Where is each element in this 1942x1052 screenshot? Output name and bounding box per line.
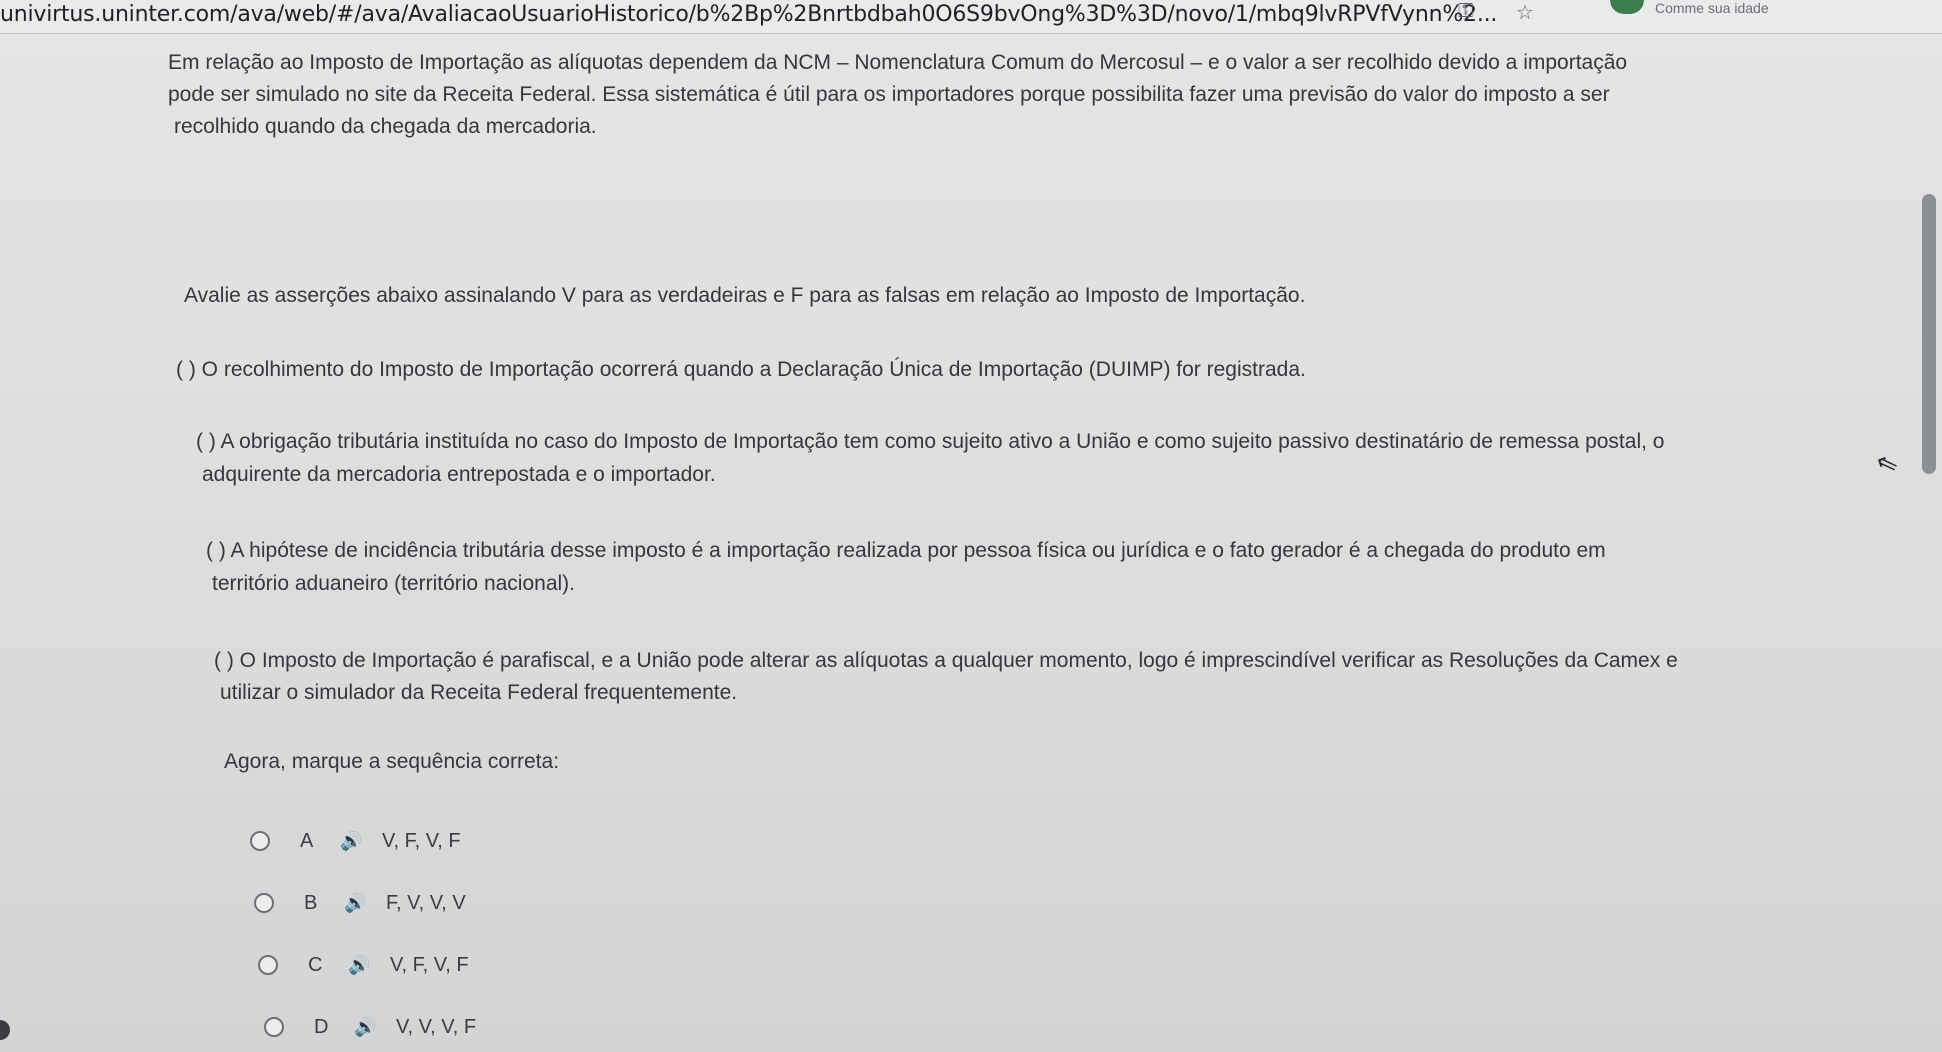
- instruction-text: Avalie as asserções abaixo assinalando V…: [184, 284, 1306, 307]
- speaker-icon[interactable]: 🔊: [344, 893, 386, 914]
- key-icon[interactable]: ⚿: [1458, 0, 1473, 23]
- speaker-icon[interactable]: 🔊: [354, 1017, 396, 1038]
- option-d[interactable]: D 🔊 V, V, V, F: [264, 1010, 476, 1044]
- speaker-icon[interactable]: 🔊: [348, 955, 390, 976]
- assertion-3-line-2: território aduaneiro (território naciona…: [212, 572, 575, 595]
- option-letter: D: [314, 1015, 329, 1038]
- extension-icon[interactable]: [1610, 0, 1644, 14]
- mouse-cursor-icon: ⇖: [1871, 445, 1903, 481]
- radio-c[interactable]: [258, 955, 278, 975]
- radio-a[interactable]: [250, 831, 270, 851]
- option-text: F, V, V, V: [386, 891, 466, 914]
- speaker-icon[interactable]: 🔊: [340, 831, 382, 852]
- assertion-2-line-1: ( ) A obrigação tributária instituída no…: [196, 430, 1665, 453]
- option-text: V, F, V, F: [390, 953, 469, 976]
- bookmark-star-icon[interactable]: ☆: [1516, 0, 1534, 25]
- assertion-1-line-1: ( ) O recolhimento do Imposto de Importa…: [176, 358, 1306, 381]
- assertion-4-line-2: utilizar o simulador da Receita Federal …: [220, 681, 738, 704]
- address-bar[interactable]: univirtus.uninter.com/ava/web/#/ava/Aval…: [0, 0, 1942, 34]
- assertion-4-line-1: ( ) O Imposto de Importação é parafiscal…: [214, 649, 1678, 672]
- option-letter: C: [308, 953, 323, 976]
- tab-title-fragment: Comme sua idade: [1655, 0, 1769, 16]
- option-letter: B: [304, 891, 318, 914]
- intro-line-2: pode ser simulado no site da Receita Fed…: [168, 83, 1610, 106]
- intro-line-1: Em relação ao Imposto de Importação as a…: [168, 51, 1628, 74]
- assertion-2-line-2: adquirente da mercadoria entrepostada e …: [202, 463, 716, 486]
- answer-prompt: Agora, marque a sequência correta:: [224, 750, 560, 773]
- radio-b[interactable]: [254, 893, 274, 913]
- scrollbar-thumb[interactable]: [1922, 194, 1936, 474]
- radio-d[interactable]: [264, 1017, 284, 1037]
- option-text: V, F, V, F: [382, 829, 461, 852]
- option-a[interactable]: A 🔊 V, F, V, F: [250, 824, 461, 858]
- option-letter: A: [300, 829, 314, 852]
- side-handle[interactable]: [0, 1020, 10, 1040]
- assertion-3-line-1: ( ) A hipótese de incidência tributária …: [206, 539, 1606, 562]
- option-b[interactable]: B 🔊 F, V, V, V: [254, 886, 466, 920]
- option-text: V, V, V, F: [396, 1015, 477, 1038]
- question-page: Em relação ao Imposto de Importação as a…: [0, 34, 1942, 1052]
- url-text[interactable]: univirtus.uninter.com/ava/web/#/ava/Aval…: [0, 2, 1497, 27]
- option-c[interactable]: C 🔊 V, F, V, F: [258, 948, 469, 982]
- intro-line-3: recolhido quando da chegada da mercadori…: [174, 115, 597, 138]
